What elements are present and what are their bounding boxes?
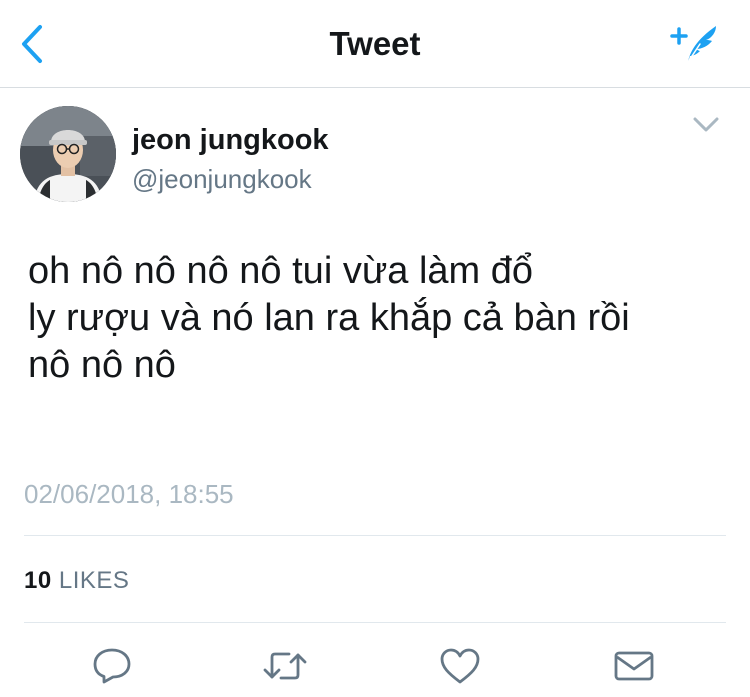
compose-tweet-icon xyxy=(666,22,722,66)
retweet-icon xyxy=(262,649,308,683)
reply-button[interactable] xyxy=(88,642,136,690)
author-handle[interactable]: @jeonjungkook xyxy=(132,163,312,195)
direct-message-button[interactable] xyxy=(610,642,658,690)
navigation-bar: Tweet xyxy=(0,0,750,88)
tweet-timestamp: 02/06/2018, 18:55 xyxy=(24,479,234,509)
like-button[interactable] xyxy=(436,642,484,690)
profile-photo xyxy=(20,106,116,202)
divider xyxy=(24,622,726,623)
heart-icon xyxy=(439,647,481,685)
tweet-options-button[interactable] xyxy=(690,112,722,138)
chevron-down-icon xyxy=(692,116,720,134)
likes-label: LIKES xyxy=(58,567,130,594)
envelope-icon xyxy=(613,649,655,683)
reply-icon xyxy=(91,647,133,685)
avatar[interactable] xyxy=(20,106,116,202)
author-name[interactable]: jeon jungkook xyxy=(132,123,329,157)
divider xyxy=(24,535,726,536)
likes-count-link[interactable]: 10 LIKES xyxy=(24,564,129,598)
tweet-text: oh nô nô nô nô tui vừa làm đổ ly rượu và… xyxy=(28,250,630,386)
page-title: Tweet xyxy=(329,25,421,62)
tweet-detail-screen: Tweet jeon jungkook @jeonjungkook oh nô … xyxy=(0,0,750,697)
compose-tweet-button[interactable] xyxy=(662,16,726,72)
likes-count: 10 xyxy=(24,567,52,594)
retweet-button[interactable] xyxy=(261,642,309,690)
